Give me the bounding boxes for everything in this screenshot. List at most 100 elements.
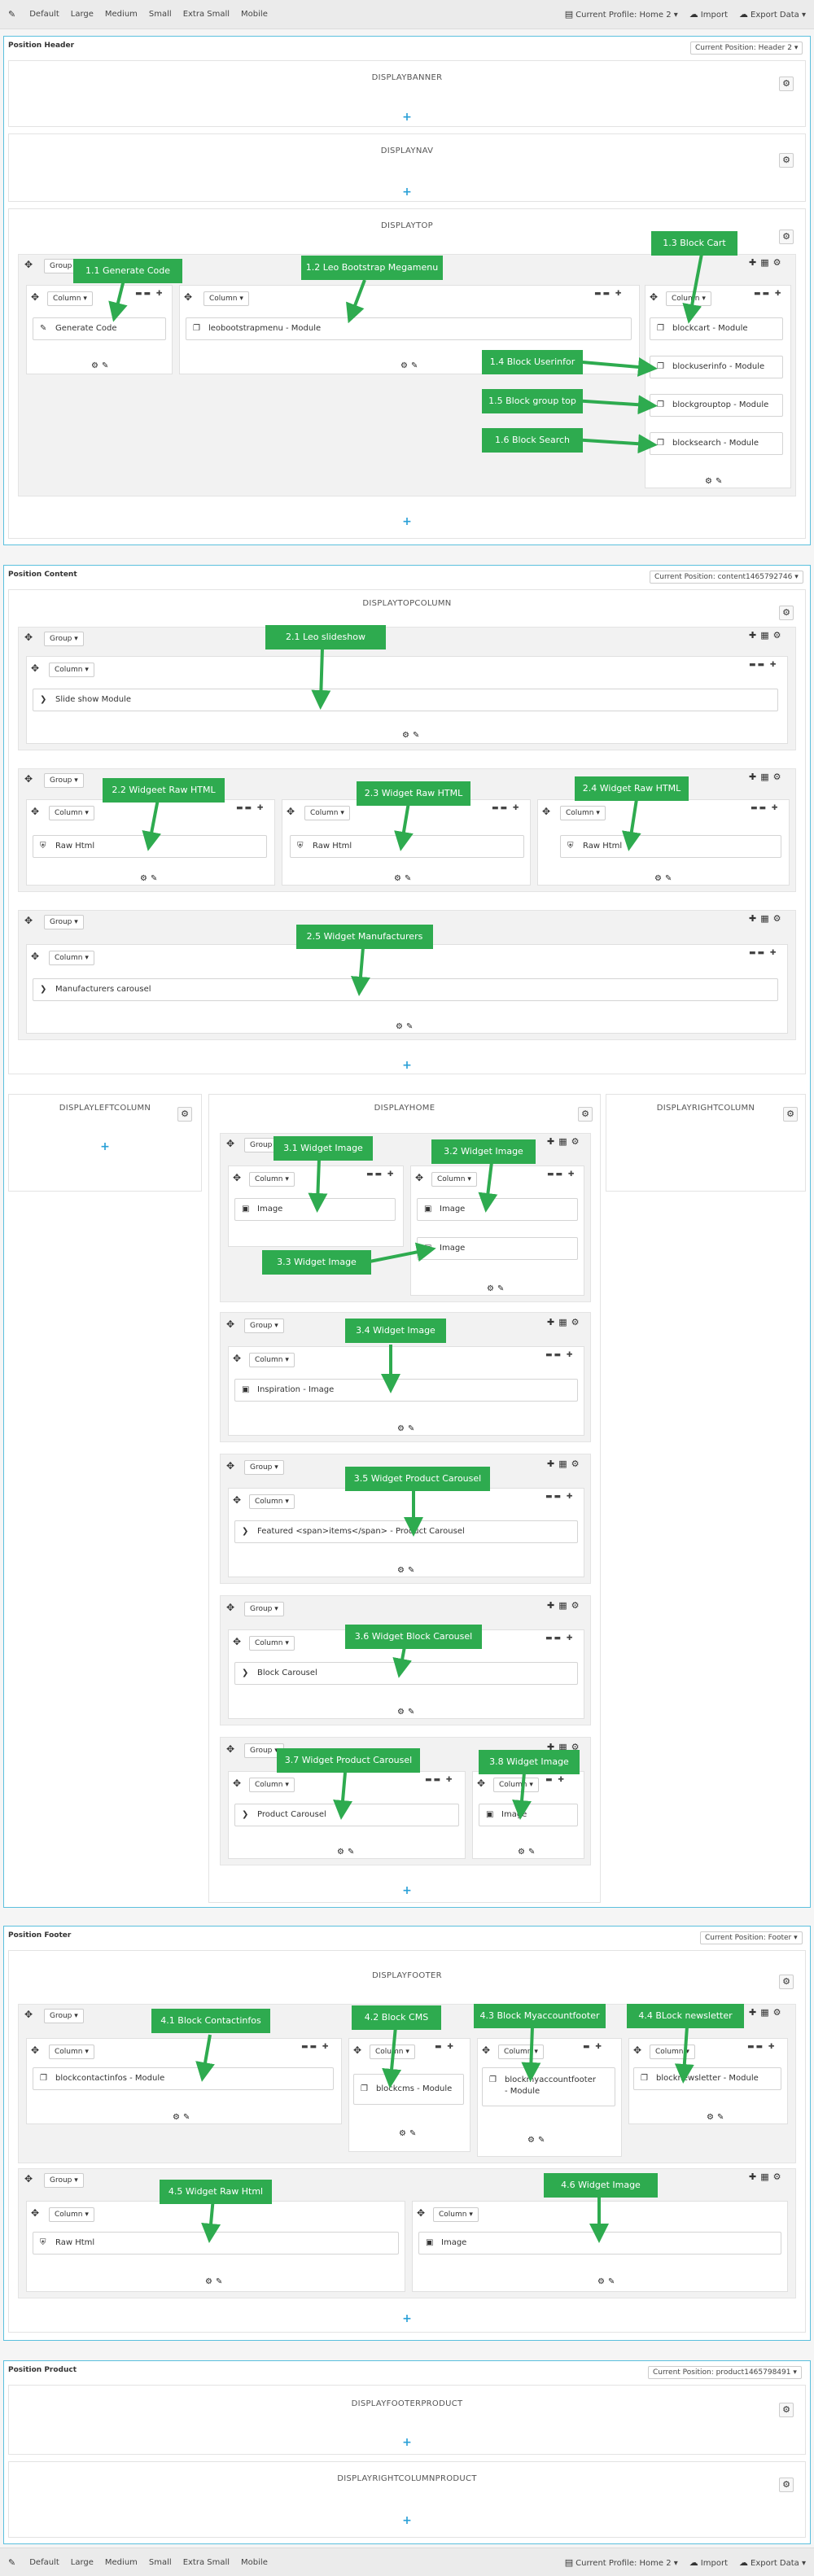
widget-raw-html[interactable]: ⛨ Raw Html xyxy=(290,835,524,858)
widget-raw-html[interactable]: ⛨ Raw Html xyxy=(33,2232,399,2255)
import-button[interactable]: ☁ Import xyxy=(689,2557,728,2568)
group-dropdown[interactable]: Group ▾ xyxy=(44,915,84,929)
move-icon[interactable]: ✥ xyxy=(24,915,33,926)
device-default[interactable]: Default xyxy=(29,10,59,19)
add-plus-icon[interactable]: + xyxy=(401,2437,413,2448)
device-default[interactable]: Default xyxy=(29,2558,59,2567)
widget-image[interactable]: ▣ Image xyxy=(418,2232,781,2255)
device-extra-small[interactable]: Extra Small xyxy=(183,10,230,19)
gear-icon[interactable]: ⚙ xyxy=(779,606,794,620)
group-dropdown[interactable]: Group ▾ xyxy=(44,632,84,646)
gear-icon[interactable]: ⚙ xyxy=(779,153,794,168)
export-data-button[interactable]: ☁ Export Data ▾ xyxy=(739,9,806,20)
column-width-controls[interactable]: ▬▬ ✚ xyxy=(547,1170,575,1179)
column-dropdown[interactable]: Column ▾ xyxy=(47,291,93,306)
column-width-controls[interactable]: ▬▬ ✚ xyxy=(749,949,777,957)
column-controls[interactable]: ⚙✎ xyxy=(527,2136,548,2145)
move-icon[interactable]: ✥ xyxy=(24,2009,33,2020)
column-controls[interactable]: ⚙✎ xyxy=(707,2113,727,2122)
column-controls[interactable]: ⚙✎ xyxy=(402,731,422,740)
move-icon[interactable]: ✥ xyxy=(233,1636,241,1647)
move-icon[interactable]: ✥ xyxy=(287,806,295,817)
device-small[interactable]: Small xyxy=(149,2558,172,2567)
widget-leobootstrapmenu[interactable]: ❐ leobootstrapmenu - Module xyxy=(186,317,632,340)
column-dropdown[interactable]: Column ▾ xyxy=(433,2207,479,2222)
device-medium[interactable]: Medium xyxy=(105,2558,138,2567)
group-controls[interactable]: ✚▦⚙ xyxy=(749,913,785,924)
move-icon[interactable]: ✥ xyxy=(31,291,39,303)
move-icon[interactable]: ✥ xyxy=(31,951,39,962)
column-controls[interactable]: ⚙✎ xyxy=(337,1848,357,1857)
column-controls[interactable]: ⚙✎ xyxy=(400,361,421,370)
column-dropdown[interactable]: Column ▾ xyxy=(249,1494,295,1509)
widget-image[interactable]: ▣ Image xyxy=(417,1237,578,1260)
group-dropdown[interactable]: Group ▾ xyxy=(44,773,84,788)
widget-raw-html[interactable]: ⛨ Raw Html xyxy=(33,835,267,858)
column-controls[interactable]: ⚙✎ xyxy=(397,1566,418,1575)
column-controls[interactable]: ⚙✎ xyxy=(654,874,675,883)
column-dropdown[interactable]: Column ▾ xyxy=(49,806,94,820)
widget-generate-code[interactable]: ✎ Generate Code xyxy=(33,317,166,340)
widget-image[interactable]: ▣ Image xyxy=(479,1804,578,1826)
gear-icon[interactable]: ⚙ xyxy=(779,230,794,244)
move-icon[interactable]: ✥ xyxy=(24,773,33,785)
column-dropdown[interactable]: Column ▾ xyxy=(49,2045,94,2059)
device-large[interactable]: Large xyxy=(71,2558,94,2567)
add-plus-icon[interactable]: + xyxy=(401,112,413,123)
group-controls[interactable]: ✚▦⚙ xyxy=(749,772,785,782)
position-header-select[interactable]: Current Position: Header 2 ▾ xyxy=(690,42,803,55)
column-width-controls[interactable]: ▬▬ ✚ xyxy=(135,290,164,298)
column-width-controls[interactable]: ▬▬ ✚ xyxy=(366,1170,395,1179)
column-controls[interactable]: ⚙✎ xyxy=(173,2113,193,2122)
move-icon[interactable]: ✥ xyxy=(233,1778,241,1789)
add-plus-icon[interactable]: + xyxy=(401,1060,413,1071)
column-dropdown[interactable]: Column ▾ xyxy=(49,2207,94,2222)
widget-blockgrouptop[interactable]: ❐ blockgrouptop - Module xyxy=(650,394,783,417)
widget-raw-html[interactable]: ⛨ Raw Html xyxy=(560,835,781,858)
column-dropdown[interactable]: Column ▾ xyxy=(650,2045,695,2059)
current-profile-dropdown[interactable]: ▤ Current Profile: Home 2 ▾ xyxy=(565,9,678,20)
widget-slideshow[interactable]: ❯ Slide show Module xyxy=(33,689,778,711)
widget-product-carousel[interactable]: ❯ Product Carousel xyxy=(234,1804,459,1826)
column-dropdown[interactable]: Column ▾ xyxy=(249,1353,295,1367)
move-icon[interactable]: ✥ xyxy=(417,2207,425,2219)
move-icon[interactable]: ✥ xyxy=(31,2207,39,2219)
column-controls[interactable]: ⚙✎ xyxy=(518,1848,538,1857)
column-controls[interactable]: ⚙✎ xyxy=(397,1424,418,1433)
widget-blockmyaccountfooter[interactable]: ❐ blockmyaccountfooter - Module xyxy=(482,2067,615,2106)
add-plus-icon[interactable]: + xyxy=(401,2313,413,2325)
column-width-controls[interactable]: ▬▬ ✚ xyxy=(545,1493,574,1501)
column-controls[interactable]: ⚙✎ xyxy=(394,874,414,883)
column-dropdown[interactable]: Column ▾ xyxy=(204,291,249,306)
move-icon[interactable]: ✥ xyxy=(31,806,39,817)
pencil-icon[interactable]: ✎ xyxy=(8,2557,15,2568)
column-dropdown[interactable]: Column ▾ xyxy=(370,2045,415,2059)
column-controls[interactable]: ⚙✎ xyxy=(597,2277,618,2286)
column-width-controls[interactable]: ▬▬ ✚ xyxy=(425,1776,453,1784)
device-large[interactable]: Large xyxy=(71,10,94,19)
group-controls[interactable]: ✚▦⚙ xyxy=(547,1317,583,1327)
position-footer-select[interactable]: Current Position: Footer ▾ xyxy=(700,1931,803,1944)
gear-icon[interactable]: ⚙ xyxy=(783,1107,798,1122)
column-controls[interactable]: ⚙✎ xyxy=(487,1284,507,1293)
widget-inspiration-image[interactable]: ▣ Inspiration - Image xyxy=(234,1379,578,1402)
column-dropdown[interactable]: Column ▾ xyxy=(249,1172,295,1187)
column-dropdown[interactable]: Column ▾ xyxy=(249,1636,295,1651)
widget-manufacturers[interactable]: ❯ Manufacturers carousel xyxy=(33,978,778,1001)
move-icon[interactable]: ✥ xyxy=(24,632,33,643)
column-width-controls[interactable]: ▬▬ ✚ xyxy=(545,1351,574,1359)
column-width-controls[interactable]: ▬▬ ✚ xyxy=(594,290,623,298)
column-width-controls[interactable]: ▬▬ ✚ xyxy=(751,804,779,812)
group-controls[interactable]: ✚▦⚙ xyxy=(749,2007,785,2018)
move-icon[interactable]: ✥ xyxy=(184,291,192,303)
import-button[interactable]: ☁ Import xyxy=(689,9,728,20)
move-icon[interactable]: ✥ xyxy=(415,1172,423,1183)
widget-featured-product-carousel[interactable]: ❯ Featured <span>items</span> - Product C… xyxy=(234,1520,578,1543)
group-controls[interactable]: ✚▦⚙ xyxy=(547,1136,583,1147)
device-extra-small[interactable]: Extra Small xyxy=(183,2558,230,2567)
move-icon[interactable]: ✥ xyxy=(233,1353,241,1364)
move-icon[interactable]: ✥ xyxy=(482,2045,490,2056)
move-icon[interactable]: ✥ xyxy=(31,663,39,674)
column-controls[interactable]: ⚙✎ xyxy=(205,2277,225,2286)
widget-block-carousel[interactable]: ❯ Block Carousel xyxy=(234,1662,578,1685)
